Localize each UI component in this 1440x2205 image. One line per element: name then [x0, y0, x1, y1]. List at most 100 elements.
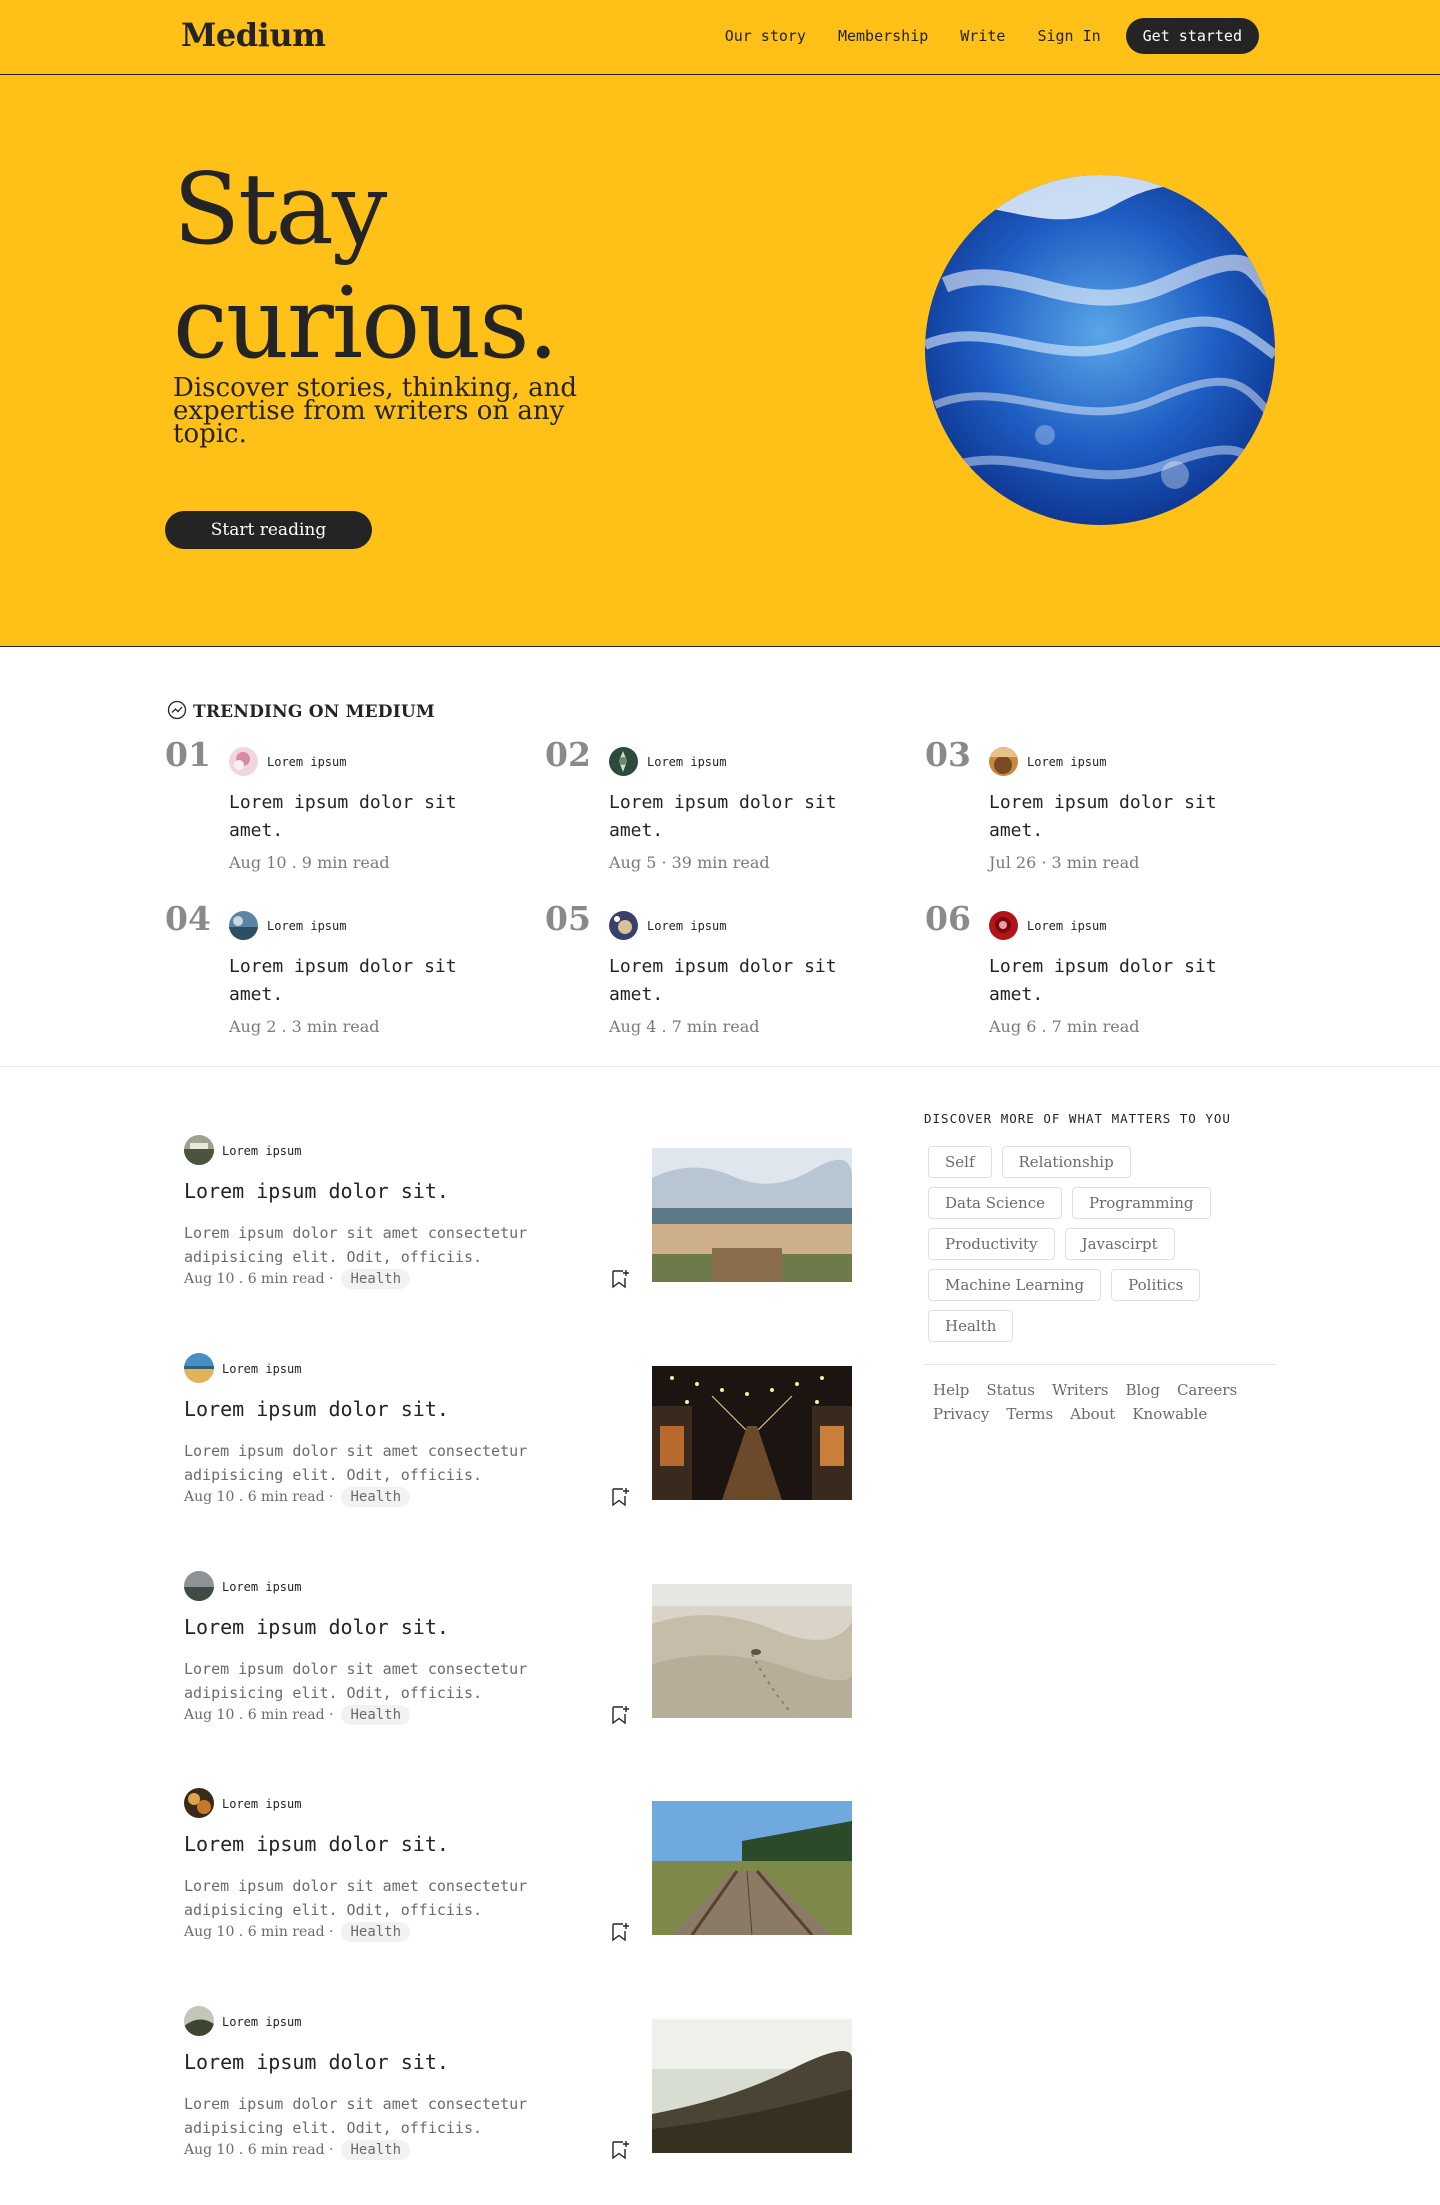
post-date: Aug 10 . 6 min read · — [184, 1707, 334, 1723]
author-name[interactable]: Lorem ipsum — [647, 755, 726, 769]
topic-tag-self[interactable]: Self — [928, 1146, 992, 1178]
get-started-button[interactable]: Get started — [1125, 18, 1259, 54]
nav-write[interactable]: Write — [960, 27, 1005, 45]
author-avatar — [184, 1135, 214, 1165]
topic-tag-politics[interactable]: Politics — [1111, 1269, 1201, 1301]
start-reading-button[interactable]: Start reading — [165, 511, 372, 549]
author-name[interactable]: Lorem ipsum — [222, 1144, 301, 1158]
bookmark-icon[interactable] — [610, 2139, 630, 2161]
trending-item[interactable]: 03 Lorem ipsum Lorem ipsum dolor sit ame… — [925, 735, 1225, 885]
topic-tag-relationship[interactable]: Relationship — [1001, 1146, 1131, 1178]
trending-meta: Aug 10 . 9 min read — [229, 853, 390, 872]
footer-link-careers[interactable]: Careers — [1177, 1381, 1237, 1399]
author-avatar — [989, 747, 1018, 776]
post-card[interactable]: Lorem ipsum Lorem ipsum dolor sit. Lorem… — [184, 1571, 852, 1725]
trending-title[interactable]: Lorem ipsum dolor sit amet. — [989, 789, 1229, 845]
topic-tag-data-science[interactable]: Data Science — [928, 1187, 1062, 1219]
trending-item[interactable]: 01 Lorem ipsum Lorem ipsum dolor sit ame… — [165, 735, 465, 885]
post-thumbnail[interactable] — [652, 1801, 852, 1935]
post-tag[interactable]: Health — [341, 1705, 411, 1725]
post-date: Aug 10 . 6 min read · — [184, 1489, 334, 1505]
post-excerpt: Lorem ipsum dolor sit amet consectetur a… — [184, 1877, 528, 1919]
author-name[interactable]: Lorem ipsum — [222, 2015, 301, 2029]
post-card[interactable]: Lorem ipsum Lorem ipsum dolor sit. Lorem… — [184, 2006, 852, 2160]
trending-number: 01 — [165, 735, 211, 774]
topic-tag-programming[interactable]: Programming — [1072, 1187, 1211, 1219]
post-card[interactable]: Lorem ipsum Lorem ipsum dolor sit. Lorem… — [184, 1353, 852, 1507]
footer-link-blog[interactable]: Blog — [1125, 1381, 1159, 1399]
author-avatar — [229, 747, 258, 776]
post-tag[interactable]: Health — [341, 1487, 411, 1507]
post-meta: Aug 10 . 6 min read · Health — [184, 2140, 411, 2160]
author-name[interactable]: Lorem ipsum — [222, 1362, 301, 1376]
hero-title: Stay curious. — [173, 153, 559, 381]
trending-title[interactable]: Lorem ipsum dolor sit amet. — [989, 953, 1229, 1009]
trending-item[interactable]: 06 Lorem ipsum Lorem ipsum dolor sit ame… — [925, 899, 1225, 1049]
trending-heading: TRENDING ON MEDIUM — [167, 700, 435, 724]
post-tag[interactable]: Health — [341, 2140, 411, 2160]
post-title[interactable]: Lorem ipsum dolor sit. — [184, 2050, 449, 2074]
post-title[interactable]: Lorem ipsum dolor sit. — [184, 1832, 449, 1856]
trending-meta: Aug 4 . 7 min read — [609, 1017, 760, 1036]
bookmark-icon[interactable] — [610, 1268, 630, 1290]
post-thumbnail[interactable] — [652, 1148, 852, 1282]
author-name[interactable]: Lorem ipsum — [222, 1797, 301, 1811]
author-avatar — [184, 1353, 214, 1383]
post-title[interactable]: Lorem ipsum dolor sit. — [184, 1615, 449, 1639]
post-card[interactable]: Lorem ipsum Lorem ipsum dolor sit. Lorem… — [184, 1788, 852, 1942]
post-thumbnail[interactable] — [652, 1366, 852, 1500]
author-name[interactable]: Lorem ipsum — [1027, 755, 1106, 769]
top-navbar: Medium Our story Membership Write Sign I… — [0, 0, 1440, 75]
author-avatar — [184, 1571, 214, 1601]
bookmark-icon[interactable] — [610, 1486, 630, 1508]
footer-links: Help Status Writers Blog Careers Privacy… — [924, 1381, 1264, 1423]
topic-tag-javascript[interactable]: Javascirpt — [1064, 1228, 1175, 1260]
trending-title[interactable]: Lorem ipsum dolor sit amet. — [609, 789, 849, 845]
footer-link-help[interactable]: Help — [933, 1381, 969, 1399]
bookmark-icon[interactable] — [610, 1704, 630, 1726]
footer-link-status[interactable]: Status — [986, 1381, 1035, 1399]
trending-heading-text: TRENDING ON MEDIUM — [193, 702, 435, 722]
top-nav: Our story Membership Write Sign In Get s… — [693, 18, 1259, 54]
post-title[interactable]: Lorem ipsum dolor sit. — [184, 1397, 449, 1421]
bookmark-icon[interactable] — [610, 1921, 630, 1943]
post-thumbnail[interactable] — [652, 1584, 852, 1718]
trending-item[interactable]: 05 Lorem ipsum Lorem ipsum dolor sit ame… — [545, 899, 845, 1049]
topic-tag-productivity[interactable]: Productivity — [928, 1228, 1055, 1260]
author-avatar — [609, 911, 638, 940]
author-name[interactable]: Lorem ipsum — [267, 755, 346, 769]
author-name[interactable]: Lorem ipsum — [267, 919, 346, 933]
hero-subtitle: Discover stories, thinking, and expertis… — [173, 373, 578, 449]
footer-link-knowable[interactable]: Knowable — [1132, 1405, 1207, 1423]
author-name[interactable]: Lorem ipsum — [1027, 919, 1106, 933]
nav-membership[interactable]: Membership — [838, 27, 928, 45]
footer-link-privacy[interactable]: Privacy — [933, 1405, 989, 1423]
trending-title[interactable]: Lorem ipsum dolor sit amet. — [229, 789, 469, 845]
author-name[interactable]: Lorem ipsum — [647, 919, 726, 933]
post-meta: Aug 10 . 6 min read · Health — [184, 1705, 411, 1725]
sidebar-divider — [924, 1364, 1276, 1365]
nav-our-story[interactable]: Our story — [725, 27, 806, 45]
footer-link-writers[interactable]: Writers — [1052, 1381, 1108, 1399]
footer-link-about[interactable]: About — [1070, 1405, 1115, 1423]
post-title[interactable]: Lorem ipsum dolor sit. — [184, 1179, 449, 1203]
footer-link-terms[interactable]: Terms — [1006, 1405, 1053, 1423]
trending-item[interactable]: 02 Lorem ipsum Lorem ipsum dolor sit ame… — [545, 735, 845, 885]
trending-title[interactable]: Lorem ipsum dolor sit amet. — [229, 953, 469, 1009]
trending-title[interactable]: Lorem ipsum dolor sit amet. — [609, 953, 849, 1009]
trending-item[interactable]: 04 Lorem ipsum Lorem ipsum dolor sit ame… — [165, 899, 465, 1049]
medium-logo[interactable]: Medium — [181, 16, 326, 54]
hero-title-line2: curious. — [173, 267, 559, 381]
trending-number: 05 — [545, 899, 591, 938]
topic-tag-machine-learning[interactable]: Machine Learning — [928, 1269, 1102, 1301]
post-meta: Aug 10 . 6 min read · Health — [184, 1269, 411, 1289]
post-tag[interactable]: Health — [341, 1922, 411, 1942]
topic-tag-health[interactable]: Health — [928, 1310, 1014, 1342]
nav-sign-in[interactable]: Sign In — [1037, 27, 1100, 45]
trending-section: TRENDING ON MEDIUM 01 Lorem ipsum Lorem … — [0, 647, 1440, 1067]
trending-number: 02 — [545, 735, 591, 774]
author-name[interactable]: Lorem ipsum — [222, 1580, 301, 1594]
post-card[interactable]: Lorem ipsum Lorem ipsum dolor sit. Lorem… — [184, 1135, 852, 1289]
post-tag[interactable]: Health — [341, 1269, 411, 1289]
post-thumbnail[interactable] — [652, 2019, 852, 2153]
